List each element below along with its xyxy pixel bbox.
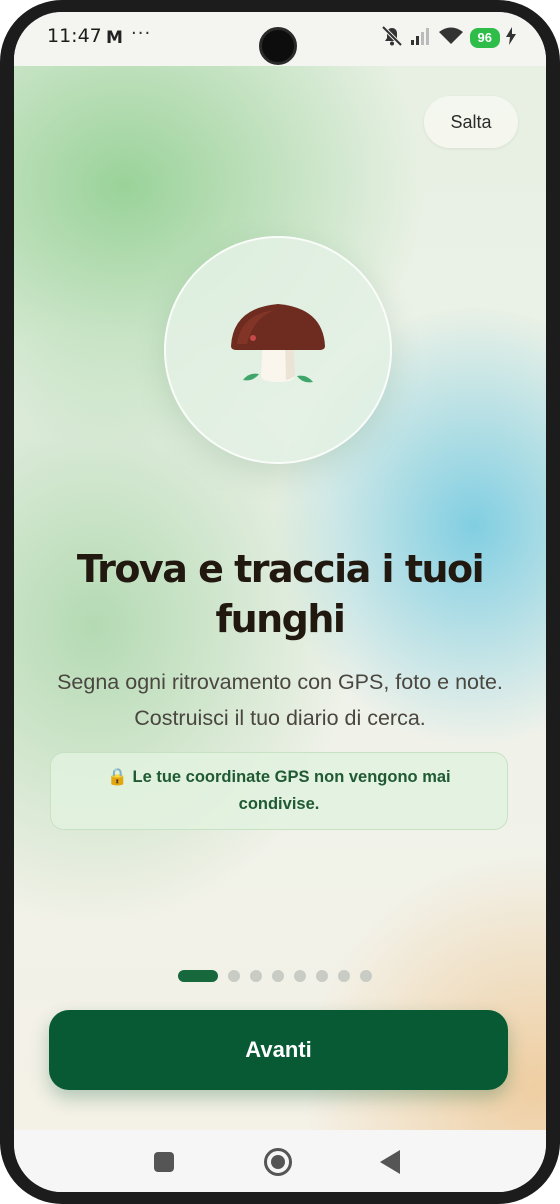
page-dot[interactable] [250,970,262,982]
next-button[interactable]: Avanti [49,1010,508,1090]
page-dot-active[interactable] [178,970,218,982]
more-icon: ··· [131,23,152,44]
back-icon[interactable] [380,1150,400,1174]
hero-illustration [164,236,392,464]
page-dot[interactable] [228,970,240,982]
charging-icon [506,27,516,49]
page-dot[interactable] [338,970,350,982]
phone-frame: 11:47 M ··· 96 Salta Trova e traccia i t… [0,0,560,1204]
privacy-note: 🔒 Le tue coordinate GPS non vengono mai … [50,752,508,830]
page-dot[interactable] [272,970,284,982]
home-icon[interactable] [264,1148,292,1176]
mushroom-icon [223,298,333,402]
front-camera [259,27,297,65]
battery-icon: 96 [469,28,500,48]
signal-icon [410,26,432,50]
page-dot[interactable] [294,970,306,982]
page-indicator [178,970,372,982]
silent-icon [380,25,404,51]
privacy-note-text: 🔒 Le tue coordinate GPS non vengono mai … [107,768,451,813]
status-time: 11:47 [47,25,102,47]
page-dot[interactable] [360,970,372,982]
status-icons: 96 [380,25,516,51]
system-nav-bar [14,1130,546,1192]
mail-icon: M [106,28,123,48]
page-dot[interactable] [316,970,328,982]
onboarding-subtitle: Segna ogni ritrovamento con GPS, foto e … [57,670,503,730]
wifi-icon [438,26,464,50]
status-bar: 11:47 M ··· 96 [14,12,546,66]
screen: 11:47 M ··· 96 Salta Trova e traccia i t… [14,12,546,1192]
recents-icon[interactable] [154,1152,174,1172]
onboarding-title: Trova e traccia i tuoi funghi [76,547,485,641]
skip-button[interactable]: Salta [424,96,518,148]
onboarding-screen: Salta Trova e traccia i tuoi funghi Segn… [14,66,546,1130]
